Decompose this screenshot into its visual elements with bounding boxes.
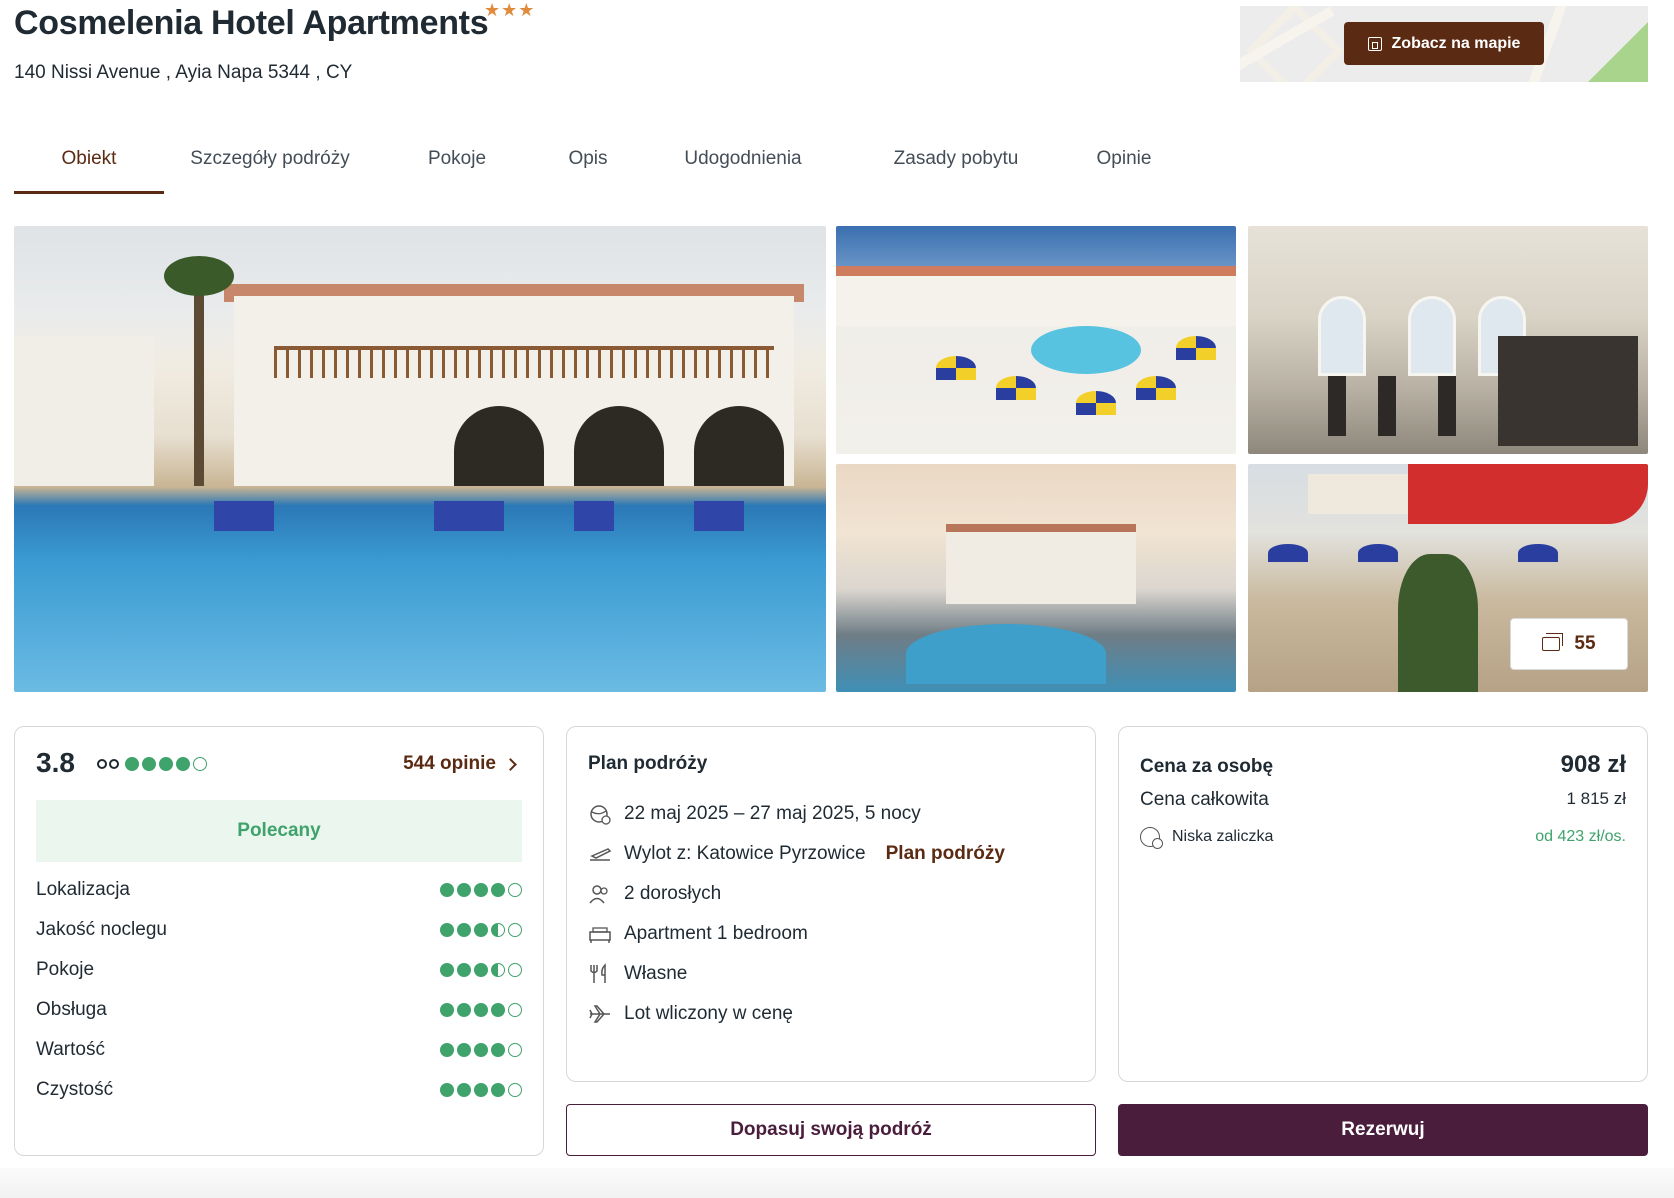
adjust-trip-button[interactable]: Dopasuj swoją podróż bbox=[566, 1104, 1096, 1156]
travel-plan-card: Plan podróży 22 maj 2025 – 27 maj 2025, … bbox=[566, 726, 1096, 1082]
price-card: Cena za osobę 908 zł Cena całkowita 1 81… bbox=[1118, 726, 1648, 1082]
tab-zasady-pobytu[interactable]: Zasady pobytu bbox=[848, 136, 1064, 194]
photo-gallery: 55 bbox=[14, 226, 1648, 692]
deposit-row: Niska zaliczka od 423 zł/os. bbox=[1140, 827, 1626, 849]
reviews-card: 3.8 544 opinie Polecany Lokalizacja Jako… bbox=[14, 726, 544, 1156]
price-total-label: Cena całkowita bbox=[1140, 789, 1269, 810]
price-per-person-label: Cena za osobę bbox=[1140, 756, 1274, 777]
rating-dots bbox=[440, 1083, 522, 1097]
rating-label: Lokalizacja bbox=[36, 879, 130, 900]
review-score: 3.8 bbox=[36, 747, 75, 778]
deposit-value: od 423 zł/os. bbox=[1535, 828, 1626, 845]
rating-dots bbox=[440, 1003, 522, 1017]
plan-title: Plan podróży bbox=[588, 753, 708, 774]
plan-details-link[interactable]: Plan podróży bbox=[886, 843, 1005, 865]
gallery-photo-pool[interactable] bbox=[836, 226, 1236, 454]
plan-dates-row: 22 maj 2025 – 27 maj 2025, 5 nocy bbox=[588, 803, 921, 825]
reviews-count-label: 544 opinie bbox=[403, 753, 496, 774]
price-per-person-row: Cena za osobę 908 zł bbox=[1140, 751, 1626, 779]
plan-dates: 22 maj 2025 – 27 maj 2025, 5 nocy bbox=[624, 803, 921, 824]
rating-row: Wartość bbox=[36, 1039, 522, 1061]
rating-row: Pokoje bbox=[36, 959, 522, 981]
hotel-name: Cosmelenia Hotel Apartments bbox=[14, 4, 489, 42]
bed-icon bbox=[588, 924, 612, 944]
plan-departure-row: Wylot z: Katowice Pyrzowice Plan podróży bbox=[588, 843, 1005, 865]
price-per-person-value: 908 zł bbox=[1560, 751, 1626, 778]
section-tabs: Obiekt Szczegóły podróży Pokoje Opis Udo… bbox=[14, 136, 1184, 194]
photos-icon bbox=[1542, 633, 1564, 651]
plane-departure-icon bbox=[588, 844, 612, 864]
gallery-photo-restaurant[interactable] bbox=[1248, 226, 1648, 454]
rating-row: Czystość bbox=[36, 1079, 522, 1101]
tab-obiekt[interactable]: Obiekt bbox=[14, 136, 164, 194]
all-photos-button[interactable]: 55 bbox=[1510, 618, 1628, 670]
tab-opinie[interactable]: Opinie bbox=[1064, 136, 1184, 194]
rating-label: Jakość noclegu bbox=[36, 919, 167, 940]
tab-szczegoly-podrozy[interactable]: Szczegóły podróży bbox=[164, 136, 376, 194]
coins-icon bbox=[1140, 827, 1163, 849]
map-pin-icon bbox=[1367, 36, 1382, 51]
users-icon bbox=[588, 884, 612, 904]
rating-dots bbox=[440, 923, 522, 937]
rating-row: Obsługa bbox=[36, 999, 522, 1021]
hotel-address: 140 Nissi Avenue , Ayia Napa 5344 , CY bbox=[14, 62, 353, 83]
plan-flight-row: Lot wliczony w cenę bbox=[588, 1003, 793, 1025]
plane-icon bbox=[588, 1004, 612, 1024]
plan-travelers-row: 2 dorosłych bbox=[588, 883, 721, 905]
photo-count: 55 bbox=[1574, 633, 1596, 654]
tab-pokoje[interactable]: Pokoje bbox=[376, 136, 538, 194]
book-button[interactable]: Rezerwuj bbox=[1118, 1104, 1648, 1156]
hotel-stars: ★★★ bbox=[484, 0, 536, 20]
gallery-main-photo[interactable] bbox=[14, 226, 826, 692]
rating-label: Wartość bbox=[36, 1039, 105, 1060]
plan-room-row: Apartment 1 bedroom bbox=[588, 923, 808, 945]
rating-dots bbox=[440, 963, 522, 977]
tripadvisor-icon bbox=[97, 757, 121, 771]
show-on-map-label: Zobacz na mapie bbox=[1391, 34, 1521, 52]
reviews-count-link[interactable]: 544 opinie bbox=[403, 753, 517, 775]
calendar-globe-icon bbox=[588, 804, 612, 825]
plan-board: Własne bbox=[624, 963, 688, 984]
plan-travelers: 2 dorosłych bbox=[624, 883, 722, 904]
plan-flight: Lot wliczony w cenę bbox=[624, 1003, 793, 1024]
gallery-photo-terrace[interactable]: 55 bbox=[1248, 464, 1648, 692]
show-on-map-button[interactable]: Zobacz na mapie bbox=[1344, 22, 1544, 65]
map-preview[interactable]: Zobacz na mapie bbox=[1240, 6, 1648, 82]
cutlery-icon bbox=[588, 963, 612, 984]
rating-row: Lokalizacja bbox=[36, 879, 522, 901]
chevron-right-icon bbox=[504, 757, 517, 771]
rating-row: Jakość noclegu bbox=[36, 919, 522, 941]
price-total-value: 1 815 zł bbox=[1566, 789, 1626, 808]
tripadvisor-rating bbox=[125, 757, 207, 771]
plan-departure: Wylot z: Katowice Pyrzowice bbox=[624, 843, 866, 864]
plan-board-row: Własne bbox=[588, 963, 687, 985]
recommended-badge: Polecany bbox=[36, 800, 522, 862]
plan-room: Apartment 1 bedroom bbox=[624, 923, 808, 944]
rating-label: Pokoje bbox=[36, 959, 95, 980]
gallery-photo-evening[interactable] bbox=[836, 464, 1236, 692]
tab-opis[interactable]: Opis bbox=[538, 136, 638, 194]
rating-dots bbox=[440, 883, 522, 897]
rating-dots bbox=[440, 1043, 522, 1057]
rating-label: Czystość bbox=[36, 1079, 114, 1100]
price-total-row: Cena całkowita 1 815 zł bbox=[1140, 789, 1626, 811]
rating-label: Obsługa bbox=[36, 999, 107, 1020]
deposit-label: Niska zaliczka bbox=[1172, 828, 1274, 845]
tab-udogodnienia[interactable]: Udogodnienia bbox=[638, 136, 848, 194]
page-footer-fade bbox=[0, 1168, 1674, 1198]
